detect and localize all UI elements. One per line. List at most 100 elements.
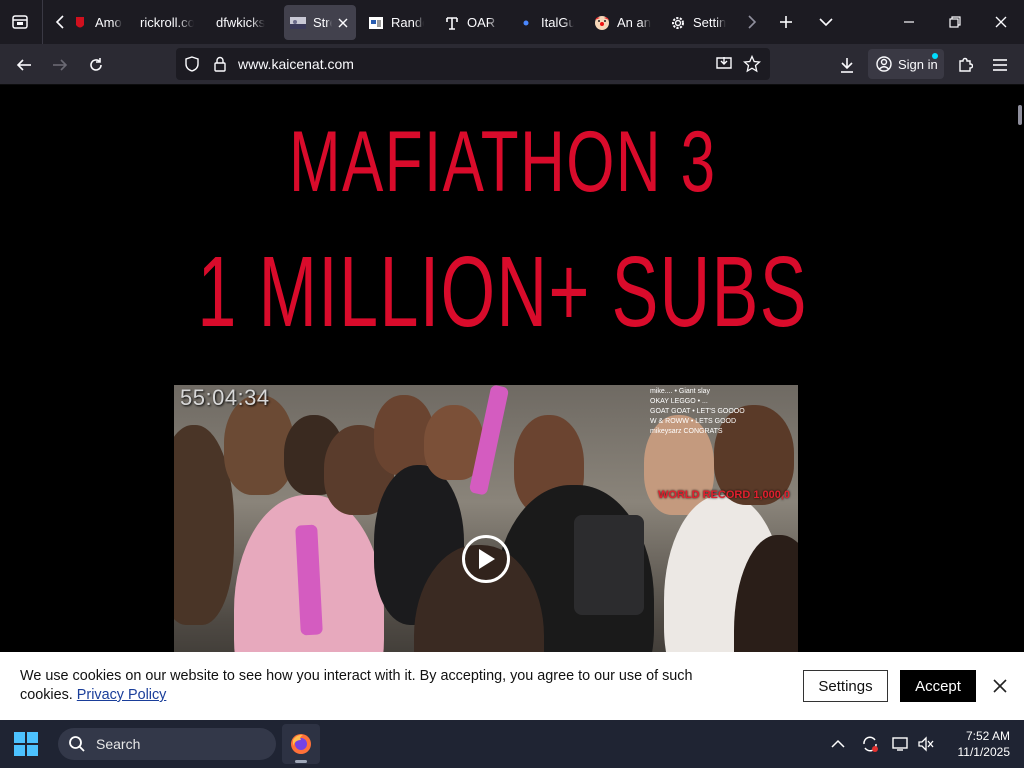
downloads-button[interactable] bbox=[832, 50, 862, 80]
cookie-close-button[interactable] bbox=[988, 674, 1012, 698]
save-to-pocket-icon[interactable] bbox=[714, 54, 734, 74]
close-icon bbox=[995, 16, 1007, 28]
clock-time: 7:52 AM bbox=[965, 729, 1010, 743]
tab-oar[interactable]: OAR D bbox=[438, 5, 504, 40]
video-play-button[interactable] bbox=[462, 535, 510, 583]
reload-button[interactable] bbox=[81, 50, 111, 80]
url-text[interactable]: www.kaicenat.com bbox=[238, 56, 354, 72]
firefox-view-button[interactable] bbox=[6, 8, 34, 36]
windows-logo-tile bbox=[27, 745, 38, 756]
address-bar[interactable]: www.kaicenat.com bbox=[176, 48, 770, 80]
show-hidden-icons-button[interactable] bbox=[826, 732, 850, 756]
volume-muted-icon bbox=[918, 736, 934, 752]
restore-button[interactable] bbox=[932, 0, 978, 44]
windows-logo-tile bbox=[14, 745, 25, 756]
page-content: MAFIATHON 3 1 MILLION+ SUBS 55:04:34 mik… bbox=[0, 85, 1024, 720]
forward-button[interactable] bbox=[45, 50, 75, 80]
taskbar-clock[interactable]: 7:52 AM 11/1/2025 bbox=[940, 728, 1011, 760]
minimize-icon bbox=[904, 21, 914, 23]
taskbar-search[interactable]: Search bbox=[58, 728, 276, 760]
cookie-settings-button[interactable]: Settings bbox=[803, 670, 888, 702]
firefox-view-icon bbox=[12, 15, 28, 29]
tab-settings[interactable]: Settin bbox=[664, 5, 736, 40]
close-icon bbox=[993, 679, 1007, 693]
tab-an-an[interactable]: An an bbox=[588, 5, 660, 40]
tab-close-button[interactable] bbox=[336, 16, 350, 30]
bookmark-star-icon[interactable] bbox=[742, 54, 762, 74]
clown-icon bbox=[594, 15, 610, 31]
stream-timer: 55:04:34 bbox=[180, 385, 270, 410]
tab-dfwkicks[interactable]: dfwkicks bbox=[210, 5, 276, 40]
chat-line: GOAT GOAT • LET'S GOOOO bbox=[650, 408, 745, 415]
windows-start-button[interactable] bbox=[14, 732, 38, 756]
window-icon bbox=[368, 15, 384, 31]
gear-icon bbox=[670, 15, 686, 31]
download-icon bbox=[841, 58, 853, 73]
tab-title: An an bbox=[617, 15, 651, 30]
cookie-accept-button[interactable]: Accept bbox=[900, 670, 976, 702]
back-button[interactable] bbox=[9, 50, 39, 80]
list-all-tabs-button[interactable] bbox=[812, 8, 840, 36]
network-tray-icon[interactable] bbox=[888, 732, 912, 756]
sign-in-label: Sign in bbox=[898, 56, 938, 72]
cookie-banner: We use cookies on our website to see how… bbox=[0, 652, 1024, 720]
sign-in-button[interactable]: Sign in bbox=[868, 49, 944, 79]
video-frame-figure bbox=[574, 515, 644, 615]
restore-icon bbox=[949, 16, 961, 28]
firefox-logo-icon bbox=[291, 734, 311, 754]
hero-subtitle: 1 MILLION+ SUBS bbox=[197, 236, 808, 348]
privacy-policy-link[interactable]: Privacy Policy bbox=[77, 687, 167, 703]
tab-title: ItalGu bbox=[541, 15, 574, 30]
running-app-indicator bbox=[295, 760, 307, 763]
tab-stream-active[interactable]: Stre bbox=[284, 5, 356, 40]
tab-scroll-right-button[interactable] bbox=[738, 8, 766, 36]
tab-rando[interactable]: Rando bbox=[362, 5, 430, 40]
minimize-button[interactable] bbox=[886, 0, 932, 44]
account-icon bbox=[876, 56, 892, 72]
volume-tray-icon[interactable] bbox=[914, 732, 938, 756]
tab-title: Stre bbox=[313, 15, 332, 30]
hero-title: MAFIATHON 3 bbox=[288, 114, 717, 210]
plus-icon bbox=[780, 16, 792, 28]
tracking-protection-shield-icon[interactable] bbox=[182, 54, 202, 74]
tab-title: Rando bbox=[391, 15, 424, 30]
windows-logo-tile bbox=[27, 732, 38, 743]
blue-dot-icon bbox=[518, 15, 534, 31]
sync-tray-icon[interactable] bbox=[858, 732, 882, 756]
tab-title: Amog bbox=[95, 15, 122, 30]
chat-line: mike.... • Giant slay bbox=[650, 388, 711, 395]
extensions-button[interactable] bbox=[950, 50, 980, 80]
windows-logo-icon bbox=[14, 732, 25, 743]
tab-title: OAR D bbox=[467, 15, 498, 30]
taskbar-firefox-button[interactable] bbox=[282, 724, 320, 764]
tab-rickroll[interactable]: rickroll.com bbox=[134, 5, 200, 40]
close-window-button[interactable] bbox=[978, 0, 1024, 44]
page-scrollbar-thumb[interactable] bbox=[1018, 105, 1022, 125]
reload-icon bbox=[90, 58, 102, 71]
world-record-overlay: WORLD RECORD 1,000,0 bbox=[658, 489, 791, 501]
puzzle-piece-icon bbox=[959, 57, 973, 72]
close-icon bbox=[338, 18, 348, 27]
clock-date: 11/1/2025 bbox=[957, 745, 1011, 759]
chat-line: mikeysarz CONGRATS bbox=[650, 428, 723, 435]
arrow-left-icon bbox=[16, 59, 31, 71]
new-tab-button[interactable] bbox=[772, 8, 800, 36]
tab-italgu[interactable]: ItalGu bbox=[512, 5, 580, 40]
lock-icon[interactable] bbox=[210, 54, 230, 74]
tab-strip: Amog rickroll.com dfwkicks Stre Rando OA… bbox=[0, 0, 1024, 44]
chevron-down-icon bbox=[819, 18, 833, 27]
play-icon bbox=[479, 549, 495, 569]
chat-line: OKAY LEGGO • ... bbox=[650, 398, 708, 405]
red-shield-icon bbox=[72, 15, 88, 31]
navigation-toolbar: www.kaicenat.com Sign in bbox=[0, 44, 1024, 85]
notification-dot bbox=[932, 53, 938, 59]
tab-title: rickroll.com bbox=[140, 15, 194, 30]
hamburger-menu-icon bbox=[993, 59, 1007, 71]
cookie-message: We use cookies on our website to see how… bbox=[20, 667, 700, 705]
arrow-right-icon bbox=[53, 59, 68, 71]
app-menu-button[interactable] bbox=[985, 50, 1015, 80]
tab-amog[interactable]: Amog bbox=[66, 5, 128, 40]
chat-line: W & ROWW • LETS GOOD bbox=[650, 418, 737, 425]
windows-taskbar: Search 7:52 AM 11/1/2025 bbox=[0, 720, 1024, 768]
tab-title: dfwkicks bbox=[216, 15, 266, 30]
